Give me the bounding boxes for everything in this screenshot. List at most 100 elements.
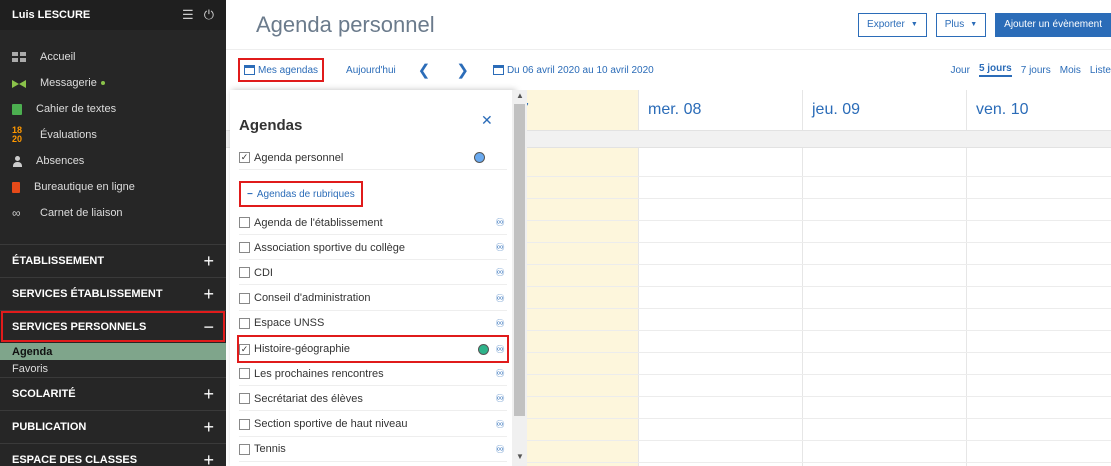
agenda-row-personal[interactable]: ✓ Agenda personnel bbox=[239, 146, 507, 170]
checkbox[interactable] bbox=[239, 292, 250, 304]
checkbox[interactable] bbox=[239, 217, 250, 228]
sidebar-item-label: Messagerie bbox=[40, 77, 97, 89]
checkbox[interactable] bbox=[239, 443, 250, 455]
time-slot-line bbox=[474, 198, 1111, 199]
panel-scrollbar[interactable]: ▲ ▼ bbox=[512, 90, 527, 466]
date-range-picker[interactable]: Du 06 avril 2020 au 10 avril 2020 bbox=[492, 65, 654, 76]
today-button[interactable]: Aujourd'hui bbox=[346, 65, 396, 76]
agenda-row[interactable]: Les prochaines rencontres ♾ bbox=[239, 362, 507, 387]
color-dot[interactable] bbox=[478, 343, 489, 355]
share-link-icon[interactable]: ♾ bbox=[493, 317, 507, 330]
close-icon[interactable]: ✕ bbox=[481, 112, 493, 129]
sidebar-section-espace-classes[interactable]: ESPACE DES CLASSES + bbox=[0, 443, 226, 466]
checkbox-checked[interactable]: ✓ bbox=[239, 152, 250, 163]
add-event-button[interactable]: Ajouter un évènement bbox=[995, 12, 1111, 37]
sidebar-subitem-agenda[interactable]: Agenda bbox=[0, 343, 226, 360]
agenda-row[interactable]: CDI ♾ bbox=[239, 261, 507, 286]
view-seven-days[interactable]: 7 jours bbox=[1021, 65, 1051, 76]
sidebar-item-accueil[interactable]: Accueil bbox=[0, 44, 226, 70]
share-link-icon[interactable]: ♾ bbox=[493, 367, 507, 380]
link-icon: ∞ bbox=[12, 206, 21, 220]
sidebar-section-services-etablissement[interactable]: SERVICES ÉTABLISSEMENT + bbox=[0, 277, 226, 310]
more-button[interactable]: Plus ▼ bbox=[935, 12, 987, 37]
agenda-label: Secrétariat des élèves bbox=[254, 392, 363, 405]
my-agendas-button[interactable]: Mes agendas bbox=[238, 58, 325, 82]
sidebar-item-absences[interactable]: Absences bbox=[0, 148, 226, 174]
chevron-right-icon[interactable]: ❯ bbox=[456, 61, 469, 79]
export-label: Exporter bbox=[867, 19, 905, 30]
scroll-up-arrow-icon[interactable]: ▲ bbox=[516, 91, 524, 100]
sidebar-section-etablissement[interactable]: ÉTABLISSEMENT + bbox=[0, 244, 226, 277]
time-slot-line bbox=[474, 440, 1111, 441]
plus-icon[interactable]: + bbox=[203, 285, 214, 303]
agenda-row[interactable]: ✓ Histoire-géographie ♾ bbox=[237, 335, 509, 363]
checkbox[interactable] bbox=[239, 418, 250, 430]
section-label: SERVICES PERSONNELS bbox=[12, 321, 147, 333]
agenda-label: Espace UNSS bbox=[254, 317, 325, 330]
chevron-left-icon[interactable]: ❮ bbox=[418, 61, 431, 79]
share-link-icon[interactable]: ♾ bbox=[493, 418, 507, 431]
checkbox[interactable] bbox=[239, 267, 250, 279]
checkbox[interactable] bbox=[239, 317, 250, 329]
sidebar-section-scolarite[interactable]: SCOLARITÉ + bbox=[0, 377, 226, 410]
sidebar-item-evaluations[interactable]: 18 20 Évaluations bbox=[0, 122, 226, 148]
agenda-row[interactable]: Espace UNSS ♾ bbox=[239, 312, 507, 336]
agenda-row[interactable]: Agenda de l'établissement ♾ bbox=[239, 211, 507, 235]
sidebar-item-bureautique[interactable]: Bureautique en ligne bbox=[0, 174, 226, 200]
color-dot[interactable] bbox=[474, 152, 485, 163]
plus-icon[interactable]: + bbox=[203, 252, 214, 270]
share-link-icon[interactable]: ♾ bbox=[493, 241, 507, 254]
share-link-icon[interactable]: ♾ bbox=[493, 343, 507, 356]
view-list[interactable]: Liste bbox=[1090, 65, 1111, 76]
agenda-label: Les prochaines rencontres bbox=[254, 367, 384, 380]
checkbox[interactable] bbox=[239, 368, 250, 380]
share-link-icon[interactable]: ♾ bbox=[493, 443, 507, 456]
power-icon[interactable]: ⏻ bbox=[204, 7, 214, 23]
share-link-icon[interactable]: ♾ bbox=[493, 392, 507, 405]
view-day[interactable]: Jour bbox=[950, 65, 969, 76]
view-month[interactable]: Mois bbox=[1060, 65, 1081, 76]
settings-sliders-icon[interactable]: ☰ bbox=[182, 7, 194, 23]
share-link-icon[interactable]: ♾ bbox=[493, 292, 507, 305]
person-icon bbox=[12, 155, 22, 167]
export-button[interactable]: Exporter ▼ bbox=[858, 12, 927, 37]
checkbox[interactable] bbox=[239, 242, 250, 254]
agenda-row[interactable]: Association sportive du collège ♾ bbox=[239, 236, 507, 261]
sidebar-item-carnet-de-liaison[interactable]: ∞ Carnet de liaison bbox=[0, 200, 226, 226]
minus-icon: − bbox=[247, 188, 253, 200]
sidebar-header: Luis LESCURE ☰ ⏻ bbox=[0, 0, 226, 30]
agenda-row[interactable]: Conseil d'administration ♾ bbox=[239, 287, 507, 311]
plus-icon[interactable]: + bbox=[203, 418, 214, 436]
sidebar-item-cahier-de-textes[interactable]: Cahier de textes bbox=[0, 96, 226, 122]
agenda-label: Histoire-géographie bbox=[254, 343, 350, 355]
share-link-icon[interactable]: ♾ bbox=[493, 216, 507, 229]
checkbox[interactable] bbox=[239, 393, 250, 405]
sidebar-item-messagerie[interactable]: Messagerie bbox=[0, 70, 226, 96]
caret-down-icon: ▼ bbox=[910, 21, 918, 28]
share-link-icon[interactable]: ♾ bbox=[493, 266, 507, 279]
view-five-days[interactable]: 5 jours bbox=[978, 63, 1012, 77]
agenda-row[interactable]: Secrétariat des élèves ♾ bbox=[239, 387, 507, 412]
minus-icon[interactable]: − bbox=[203, 318, 214, 336]
sidebar-section-publication[interactable]: PUBLICATION + bbox=[0, 410, 226, 443]
day-header-thu: jeu. 09 bbox=[812, 101, 861, 118]
rubriques-toggle[interactable]: − Agendas de rubriques bbox=[239, 181, 363, 207]
plus-icon[interactable]: + bbox=[203, 385, 214, 403]
agenda-label: CDI bbox=[254, 266, 273, 279]
sidebar-item-label: Bureautique en ligne bbox=[34, 181, 135, 193]
calendar-icon bbox=[492, 65, 504, 75]
agenda-row[interactable]: Tennis ♾ bbox=[239, 438, 507, 462]
sidebar-section-services-personnels[interactable]: SERVICES PERSONNELS − bbox=[0, 310, 226, 343]
time-slot-line bbox=[474, 396, 1111, 397]
grid-icon bbox=[12, 52, 26, 62]
user-name[interactable]: Luis LESCURE bbox=[12, 9, 172, 21]
plus-icon[interactable]: + bbox=[203, 451, 214, 466]
checkbox-checked[interactable]: ✓ bbox=[239, 343, 250, 355]
sidebar-subitem-favoris[interactable]: Favoris bbox=[0, 360, 226, 377]
evaluation-icon: 18 20 bbox=[12, 125, 23, 144]
calendar-icon bbox=[244, 65, 255, 75]
scroll-down-arrow-icon[interactable]: ▼ bbox=[516, 452, 524, 461]
sidebar: Luis LESCURE ☰ ⏻ Accueil Messagerie Cahi… bbox=[0, 0, 226, 466]
agenda-row[interactable]: Section sportive de haut niveau ♾ bbox=[239, 413, 507, 437]
scroll-thumb[interactable] bbox=[514, 104, 525, 416]
